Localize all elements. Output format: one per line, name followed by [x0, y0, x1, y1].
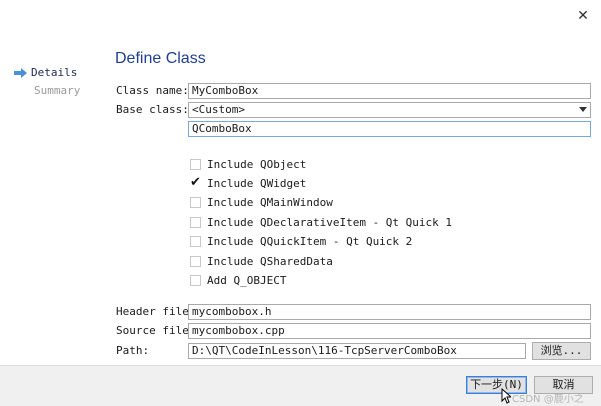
chevron-down-icon [579, 107, 587, 112]
option-label: Include QSharedData [207, 255, 333, 268]
base-class-value: <Custom> [192, 103, 245, 116]
checkbox[interactable] [190, 256, 201, 267]
step-summary-label: Summary [34, 84, 81, 97]
step-details: Details [14, 64, 104, 82]
step-details-label: Details [31, 66, 78, 79]
page-title: Define Class [115, 50, 206, 67]
title-bar [0, 0, 601, 5]
option-label: Include QQuickItem - Qt Quick 2 [207, 235, 413, 248]
path-input[interactable]: D:\QT\CodeInLesson\116-TcpServerComboBox [188, 343, 526, 359]
source-file-input[interactable]: mycombobox.cpp [188, 323, 591, 339]
class-name-input[interactable]: MyComboBox [188, 83, 591, 99]
option-label: Include QDeclarativeItem - Qt Quick 1 [207, 216, 453, 229]
base-class-label: Base class: [116, 103, 189, 116]
mouse-cursor-icon [501, 388, 511, 404]
checkbox[interactable] [190, 275, 201, 286]
path-label: Path: [116, 344, 150, 357]
option-label: Include QWidget [207, 177, 307, 190]
option-label: Include QMainWindow [207, 196, 333, 209]
option-label: Add Q_OBJECT [207, 274, 287, 287]
check-icon: ✔ [190, 175, 201, 190]
class-name-label: Class name: [116, 84, 189, 97]
header-file-label: Header file: [116, 305, 196, 318]
step-summary: Summary [14, 82, 104, 100]
source-file-label: Source file: [116, 324, 196, 337]
custom-base-class-input[interactable]: QComboBox [188, 121, 591, 137]
base-class-select[interactable]: <Custom> [188, 102, 591, 118]
option-label: Include QObject [207, 158, 307, 171]
right-arrow-icon [14, 68, 27, 78]
watermark: CSDN @鹿小之 [512, 394, 584, 405]
checkbox-checked[interactable]: ✔ [190, 175, 201, 190]
checkbox[interactable] [190, 236, 201, 247]
browse-button[interactable]: 浏览... [532, 342, 591, 360]
close-icon[interactable]: ✕ [573, 7, 593, 25]
checkbox[interactable] [190, 159, 201, 170]
wizard-steps: Details Summary [14, 64, 104, 100]
checkbox[interactable] [190, 197, 201, 208]
header-file-input[interactable]: mycombobox.h [188, 304, 591, 320]
checkbox[interactable] [190, 217, 201, 228]
